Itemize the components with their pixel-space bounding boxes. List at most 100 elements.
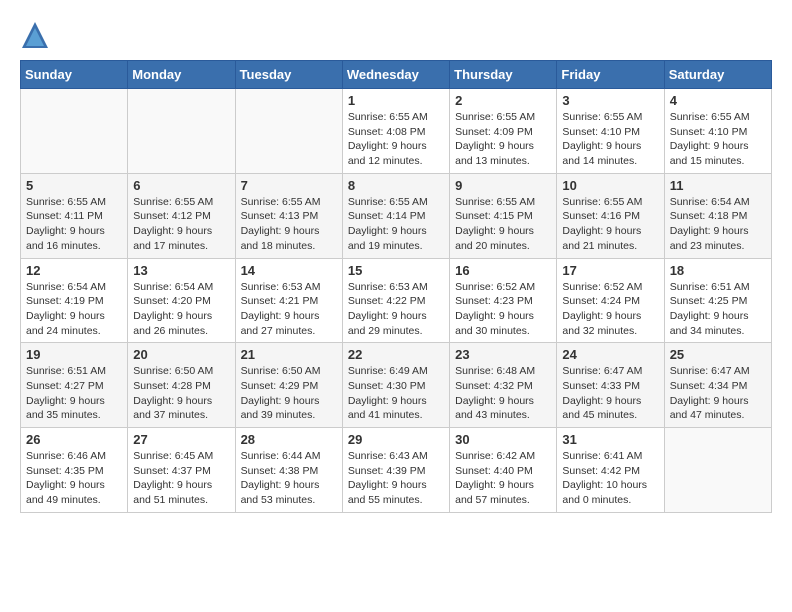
day-number: 8	[348, 178, 444, 193]
calendar-cell	[128, 89, 235, 174]
day-info: Sunrise: 6:50 AM Sunset: 4:29 PM Dayligh…	[241, 364, 337, 423]
day-number: 9	[455, 178, 551, 193]
header-day-saturday: Saturday	[664, 61, 771, 89]
day-info: Sunrise: 6:55 AM Sunset: 4:11 PM Dayligh…	[26, 195, 122, 254]
day-info: Sunrise: 6:55 AM Sunset: 4:16 PM Dayligh…	[562, 195, 658, 254]
calendar-header: SundayMondayTuesdayWednesdayThursdayFrid…	[21, 61, 772, 89]
calendar-cell	[235, 89, 342, 174]
calendar-cell: 19 Sunrise: 6:51 AM Sunset: 4:27 PM Dayli…	[21, 343, 128, 428]
day-number: 27	[133, 432, 229, 447]
day-info: Sunrise: 6:55 AM Sunset: 4:13 PM Dayligh…	[241, 195, 337, 254]
calendar-cell: 18 Sunrise: 6:51 AM Sunset: 4:25 PM Dayli…	[664, 258, 771, 343]
day-info: Sunrise: 6:55 AM Sunset: 4:10 PM Dayligh…	[562, 110, 658, 169]
calendar-week-4: 19 Sunrise: 6:51 AM Sunset: 4:27 PM Dayli…	[21, 343, 772, 428]
day-number: 7	[241, 178, 337, 193]
day-info: Sunrise: 6:55 AM Sunset: 4:09 PM Dayligh…	[455, 110, 551, 169]
day-info: Sunrise: 6:54 AM Sunset: 4:19 PM Dayligh…	[26, 280, 122, 339]
day-info: Sunrise: 6:54 AM Sunset: 4:18 PM Dayligh…	[670, 195, 766, 254]
day-info: Sunrise: 6:51 AM Sunset: 4:25 PM Dayligh…	[670, 280, 766, 339]
calendar-cell: 31 Sunrise: 6:41 AM Sunset: 4:42 PM Dayli…	[557, 428, 664, 513]
day-number: 13	[133, 263, 229, 278]
day-number: 2	[455, 93, 551, 108]
day-info: Sunrise: 6:44 AM Sunset: 4:38 PM Dayligh…	[241, 449, 337, 508]
day-number: 30	[455, 432, 551, 447]
calendar-cell: 29Sunrise: 6:43 AM Sunset: 4:39 PM Dayli…	[342, 428, 449, 513]
calendar-cell: 4Sunrise: 6:55 AM Sunset: 4:10 PM Daylig…	[664, 89, 771, 174]
header	[20, 20, 772, 50]
calendar-week-1: 1 Sunrise: 6:55 AM Sunset: 4:08 PM Daylig…	[21, 89, 772, 174]
calendar-cell: 8 Sunrise: 6:55 AM Sunset: 4:14 PM Daylig…	[342, 173, 449, 258]
calendar-cell: 6 Sunrise: 6:55 AM Sunset: 4:12 PM Daylig…	[128, 173, 235, 258]
day-number: 24	[562, 347, 658, 362]
day-number: 20	[133, 347, 229, 362]
calendar-cell: 23 Sunrise: 6:48 AM Sunset: 4:32 PM Dayli…	[450, 343, 557, 428]
calendar-cell: 25 Sunrise: 6:47 AM Sunset: 4:34 PM Dayli…	[664, 343, 771, 428]
day-info: Sunrise: 6:54 AM Sunset: 4:20 PM Dayligh…	[133, 280, 229, 339]
calendar-cell	[21, 89, 128, 174]
calendar-cell: 10 Sunrise: 6:55 AM Sunset: 4:16 PM Dayli…	[557, 173, 664, 258]
calendar-cell: 7 Sunrise: 6:55 AM Sunset: 4:13 PM Daylig…	[235, 173, 342, 258]
day-info: Sunrise: 6:42 AM Sunset: 4:40 PM Dayligh…	[455, 449, 551, 508]
calendar-cell: 17Sunrise: 6:52 AM Sunset: 4:24 PM Dayli…	[557, 258, 664, 343]
day-number: 19	[26, 347, 122, 362]
day-number: 5	[26, 178, 122, 193]
day-info: Sunrise: 6:45 AM Sunset: 4:37 PM Dayligh…	[133, 449, 229, 508]
calendar-cell: 3 Sunrise: 6:55 AM Sunset: 4:10 PM Daylig…	[557, 89, 664, 174]
calendar-cell: 13 Sunrise: 6:54 AM Sunset: 4:20 PM Dayli…	[128, 258, 235, 343]
day-info: Sunrise: 6:43 AM Sunset: 4:39 PM Dayligh…	[348, 449, 444, 508]
day-info: Sunrise: 6:52 AM Sunset: 4:24 PM Dayligh…	[562, 280, 658, 339]
calendar-cell: 5 Sunrise: 6:55 AM Sunset: 4:11 PM Daylig…	[21, 173, 128, 258]
day-number: 10	[562, 178, 658, 193]
day-number: 22	[348, 347, 444, 362]
day-info: Sunrise: 6:50 AM Sunset: 4:28 PM Dayligh…	[133, 364, 229, 423]
logo-icon	[20, 20, 50, 50]
day-info: Sunrise: 6:51 AM Sunset: 4:27 PM Dayligh…	[26, 364, 122, 423]
header-day-sunday: Sunday	[21, 61, 128, 89]
header-day-thursday: Thursday	[450, 61, 557, 89]
calendar-table: SundayMondayTuesdayWednesdayThursdayFrid…	[20, 60, 772, 513]
day-info: Sunrise: 6:55 AM Sunset: 4:15 PM Dayligh…	[455, 195, 551, 254]
day-info: Sunrise: 6:47 AM Sunset: 4:33 PM Dayligh…	[562, 364, 658, 423]
day-number: 4	[670, 93, 766, 108]
day-number: 14	[241, 263, 337, 278]
day-number: 25	[670, 347, 766, 362]
calendar-cell: 20 Sunrise: 6:50 AM Sunset: 4:28 PM Dayli…	[128, 343, 235, 428]
day-number: 16	[455, 263, 551, 278]
day-number: 3	[562, 93, 658, 108]
day-number: 21	[241, 347, 337, 362]
day-info: Sunrise: 6:52 AM Sunset: 4:23 PM Dayligh…	[455, 280, 551, 339]
day-number: 1	[348, 93, 444, 108]
day-number: 23	[455, 347, 551, 362]
calendar-cell: 14Sunrise: 6:53 AM Sunset: 4:21 PM Dayli…	[235, 258, 342, 343]
day-number: 28	[241, 432, 337, 447]
day-number: 15	[348, 263, 444, 278]
calendar-cell: 12 Sunrise: 6:54 AM Sunset: 4:19 PM Dayli…	[21, 258, 128, 343]
logo	[20, 20, 54, 50]
calendar-week-5: 26 Sunrise: 6:46 AM Sunset: 4:35 PM Dayli…	[21, 428, 772, 513]
calendar-week-2: 5 Sunrise: 6:55 AM Sunset: 4:11 PM Daylig…	[21, 173, 772, 258]
calendar-cell: 16 Sunrise: 6:52 AM Sunset: 4:23 PM Dayli…	[450, 258, 557, 343]
day-number: 11	[670, 178, 766, 193]
calendar-cell: 21 Sunrise: 6:50 AM Sunset: 4:29 PM Dayli…	[235, 343, 342, 428]
calendar-week-3: 12 Sunrise: 6:54 AM Sunset: 4:19 PM Dayli…	[21, 258, 772, 343]
day-info: Sunrise: 6:46 AM Sunset: 4:35 PM Dayligh…	[26, 449, 122, 508]
day-info: Sunrise: 6:48 AM Sunset: 4:32 PM Dayligh…	[455, 364, 551, 423]
calendar-cell: 1 Sunrise: 6:55 AM Sunset: 4:08 PM Daylig…	[342, 89, 449, 174]
calendar-cell	[664, 428, 771, 513]
day-info: Sunrise: 6:41 AM Sunset: 4:42 PM Dayligh…	[562, 449, 658, 508]
day-number: 12	[26, 263, 122, 278]
day-number: 26	[26, 432, 122, 447]
day-info: Sunrise: 6:55 AM Sunset: 4:08 PM Dayligh…	[348, 110, 444, 169]
calendar-cell: 2 Sunrise: 6:55 AM Sunset: 4:09 PM Daylig…	[450, 89, 557, 174]
day-info: Sunrise: 6:55 AM Sunset: 4:12 PM Dayligh…	[133, 195, 229, 254]
calendar-cell: 9 Sunrise: 6:55 AM Sunset: 4:15 PM Daylig…	[450, 173, 557, 258]
day-info: Sunrise: 6:47 AM Sunset: 4:34 PM Dayligh…	[670, 364, 766, 423]
day-number: 6	[133, 178, 229, 193]
header-day-monday: Monday	[128, 61, 235, 89]
day-info: Sunrise: 6:55 AM Sunset: 4:14 PM Dayligh…	[348, 195, 444, 254]
day-number: 18	[670, 263, 766, 278]
day-number: 31	[562, 432, 658, 447]
calendar-cell: 22Sunrise: 6:49 AM Sunset: 4:30 PM Dayli…	[342, 343, 449, 428]
calendar-body: 1 Sunrise: 6:55 AM Sunset: 4:08 PM Daylig…	[21, 89, 772, 513]
calendar-cell: 15Sunrise: 6:53 AM Sunset: 4:22 PM Dayli…	[342, 258, 449, 343]
